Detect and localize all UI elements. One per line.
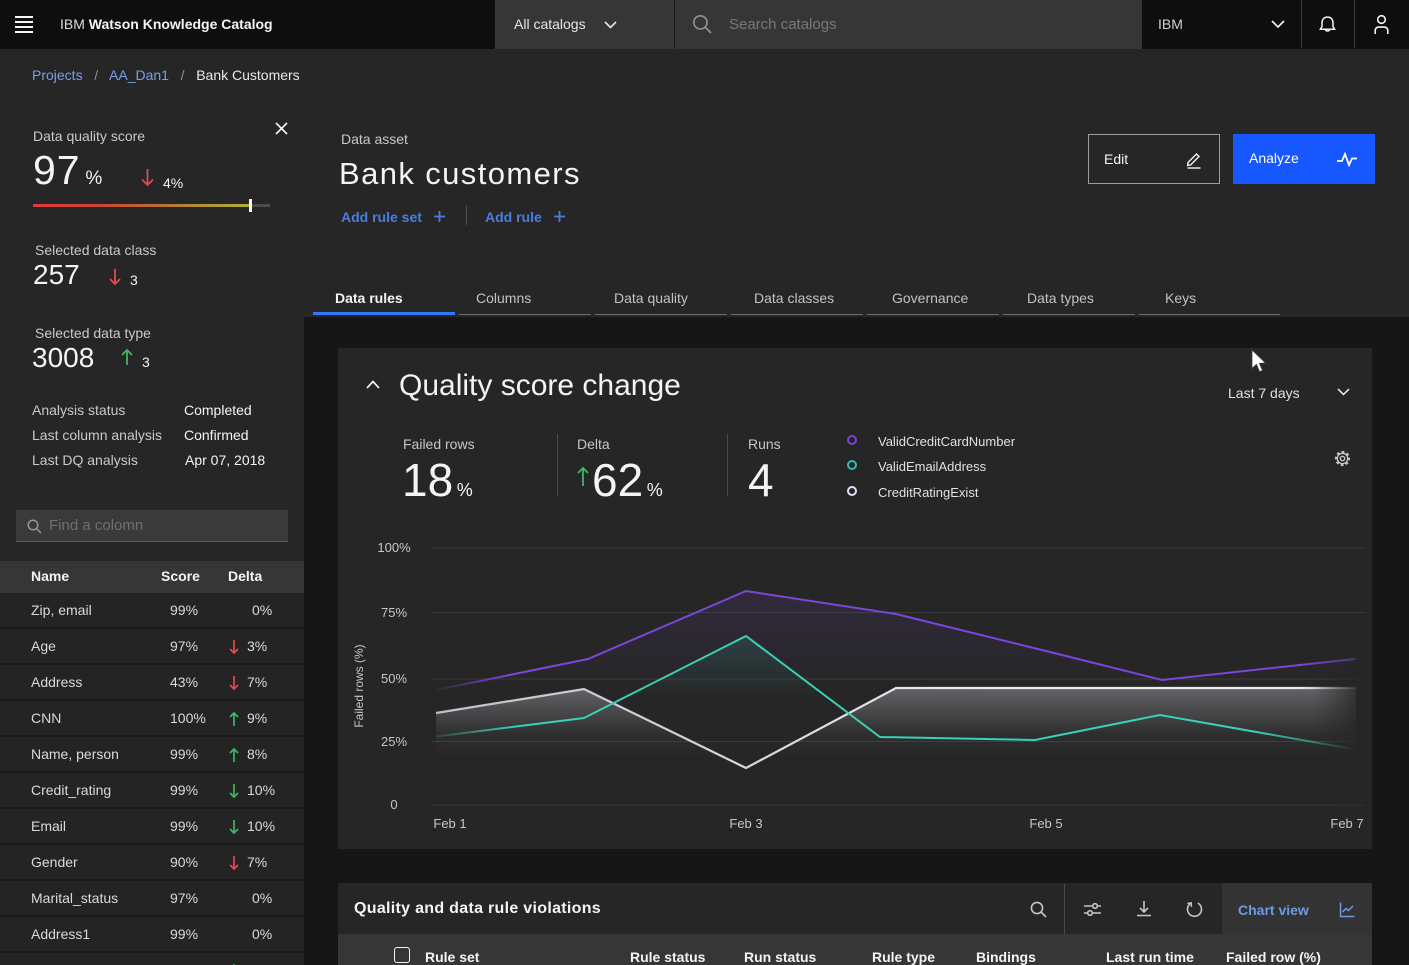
- svg-text:Feb 1: Feb 1: [433, 816, 466, 831]
- svg-text:100%: 100%: [377, 540, 411, 555]
- svg-text:0: 0: [390, 797, 397, 812]
- svg-text:25%: 25%: [381, 734, 407, 749]
- svg-text:50%: 50%: [381, 671, 407, 686]
- svg-text:75%: 75%: [381, 605, 407, 620]
- svg-text:Feb 3: Feb 3: [729, 816, 762, 831]
- svg-text:Feb 5: Feb 5: [1029, 816, 1062, 831]
- svg-text:Failed rows (%): Failed rows (%): [352, 644, 366, 727]
- svg-text:Feb 7: Feb 7: [1330, 816, 1363, 831]
